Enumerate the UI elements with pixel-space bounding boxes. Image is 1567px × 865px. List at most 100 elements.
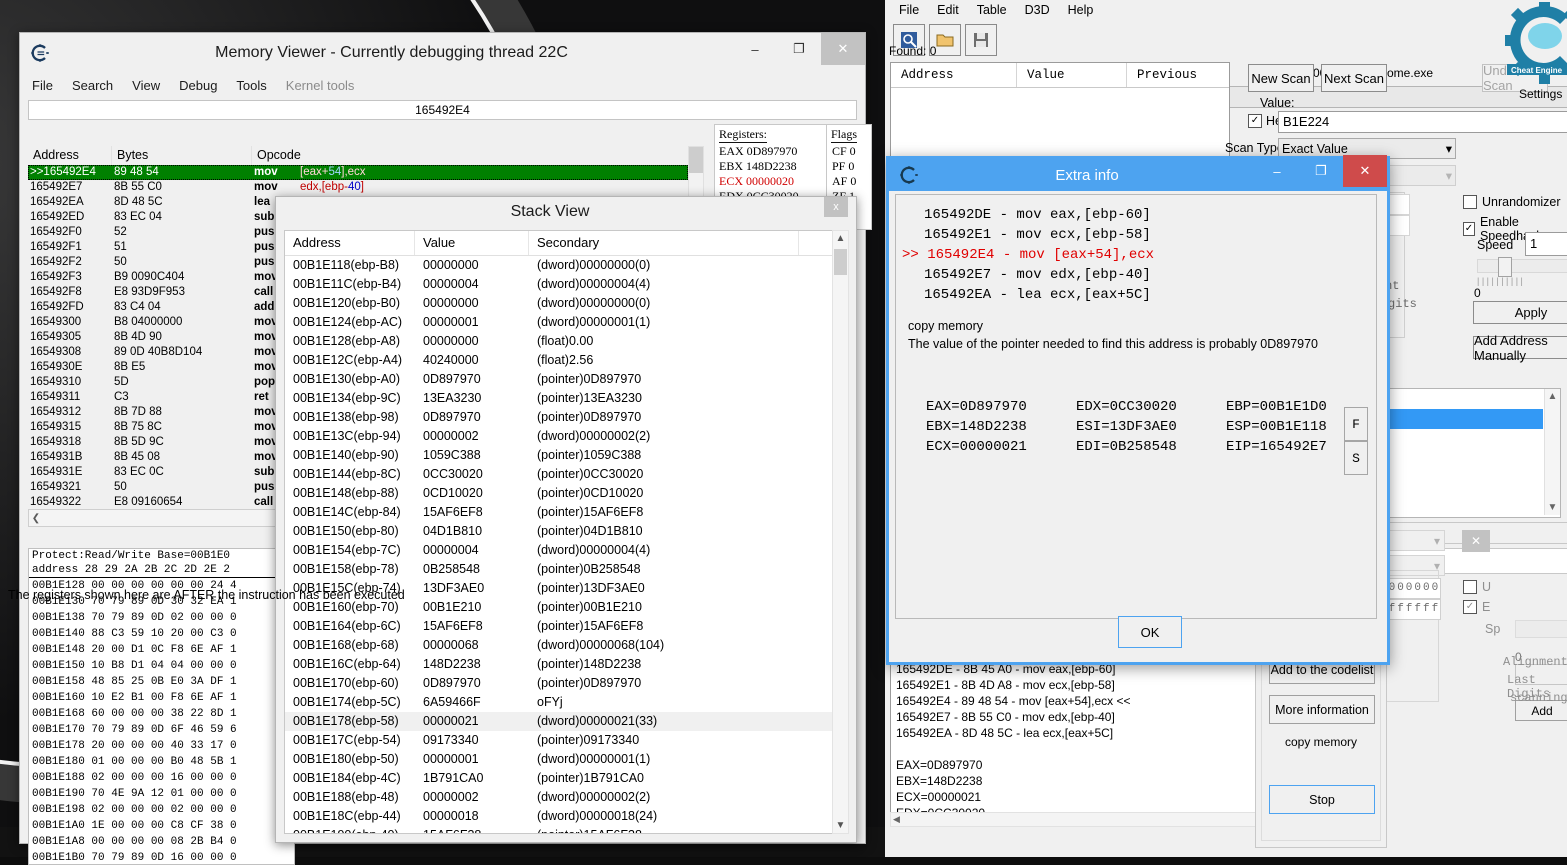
apply-button[interactable]: Apply bbox=[1473, 301, 1567, 324]
scroll-left-icon[interactable]: ◀ bbox=[893, 814, 900, 825]
hexdump-row[interactable]: 00B1E198 02 00 00 00 02 00 00 0 bbox=[29, 802, 294, 818]
stack-view-row[interactable]: 00B1E154(ebp-7C)00000004(dword)00000004(… bbox=[285, 541, 833, 560]
stack-view-row[interactable]: 00B1E130(ebp-A0)0D897970(pointer)0D89797… bbox=[285, 370, 833, 389]
cheat-engine-toolbar[interactable] bbox=[885, 20, 1567, 56]
enable-speedhack-checkbox-2[interactable]: ✓E bbox=[1463, 600, 1490, 614]
menu-edit[interactable]: Edit bbox=[937, 3, 959, 17]
scrollbar-thumb[interactable] bbox=[689, 147, 703, 173]
cheat-table-list[interactable]: ▲ ▼ bbox=[1377, 388, 1561, 518]
stack-view-row[interactable]: 00B1E140(ebp-90)1059C388(pointer)1059C38… bbox=[285, 446, 833, 465]
menu-d3d[interactable]: D3D bbox=[1025, 3, 1050, 17]
stack-view-row[interactable]: 00B1E138(ebp-98)0D897970(pointer)0D89797… bbox=[285, 408, 833, 427]
stack-view-row[interactable]: 00B1E190(ebp-40)15AF6F38(pointer)15AF6F3… bbox=[285, 826, 833, 834]
hexdump-row[interactable]: 00B1E1A0 1E 00 00 00 C8 CF 38 0 bbox=[29, 818, 294, 834]
stack-view-row[interactable]: 00B1E12C(ebp-A4)40240000(float)2.56 bbox=[285, 351, 833, 370]
stack-view-row[interactable]: 00B1E144(ebp-8C)0CC30020(pointer)0CC3002… bbox=[285, 465, 833, 484]
stack-view-titlebar[interactable]: Stack View x bbox=[276, 197, 856, 227]
stack-view-row[interactable]: 00B1E180(ebp-50)00000001(dword)00000001(… bbox=[285, 750, 833, 769]
stack-view-row[interactable]: 00B1E118(ebp-B8)00000000(dword)00000000(… bbox=[285, 256, 833, 275]
menu-kernel-tools[interactable]: Kernel tools bbox=[286, 78, 355, 93]
menu-help[interactable]: Help bbox=[1068, 3, 1094, 17]
cheat-table-scrollbar[interactable]: ▲ ▼ bbox=[1544, 389, 1560, 515]
maximize-icon[interactable]: ❐ bbox=[777, 33, 821, 65]
close-icon[interactable]: ✕ bbox=[821, 33, 865, 65]
hexdump-row[interactable]: 00B1E140 88 C3 59 10 20 00 C3 0 bbox=[29, 626, 294, 642]
stack-view-row[interactable]: 00B1E168(ebp-68)00000068(dword)00000068(… bbox=[285, 636, 833, 655]
scroll-down-icon[interactable]: ▼ bbox=[1548, 502, 1558, 515]
menu-tools[interactable]: Tools bbox=[236, 78, 266, 93]
hexdump-row[interactable]: 00B1E180 01 00 00 00 B0 48 5B 1 bbox=[29, 754, 294, 770]
stack-view-row[interactable]: 00B1E14C(ebp-84)15AF6EF8(pointer)15AF6EF… bbox=[285, 503, 833, 522]
scroll-left-icon[interactable]: ❮ bbox=[29, 513, 43, 524]
next-scan-button[interactable]: Next Scan bbox=[1321, 64, 1387, 92]
stack-view-row[interactable]: 00B1E124(ebp-AC)00000001(dword)00000001(… bbox=[285, 313, 833, 332]
hexdump-row[interactable]: 00B1E150 10 B8 D1 04 04 00 00 0 bbox=[29, 658, 294, 674]
hexdump-row[interactable]: 00B1E158 48 85 25 0B E0 3A DF 1 bbox=[29, 674, 294, 690]
stack-view-row[interactable]: 00B1E134(ebp-9C)13EA3230(pointer)13EA323… bbox=[285, 389, 833, 408]
maximize-icon[interactable]: ❐ bbox=[1299, 155, 1343, 187]
memory-viewer-window-buttons[interactable]: – ❐ ✕ bbox=[733, 33, 865, 73]
speed-slider-2[interactable] bbox=[1515, 620, 1567, 638]
memory-viewer-titlebar[interactable]: Memory Viewer - Currently debugging thre… bbox=[20, 33, 865, 73]
minimize-icon[interactable]: – bbox=[733, 33, 777, 65]
close-icon[interactable]: x bbox=[824, 197, 848, 217]
hexdump-row[interactable]: 00B1E168 60 00 00 00 38 22 8D 1 bbox=[29, 706, 294, 722]
hexdump-row[interactable]: 00B1E190 70 4E 9A 12 01 00 00 0 bbox=[29, 786, 294, 802]
hexdump-row[interactable]: 00B1E1B0 70 79 89 0D 16 00 00 0 bbox=[29, 850, 294, 865]
unrandomizer-checkbox-2[interactable]: U bbox=[1463, 580, 1491, 594]
close-icon[interactable]: ✕ bbox=[1462, 530, 1490, 552]
menu-debug[interactable]: Debug bbox=[179, 78, 217, 93]
menu-search[interactable]: Search bbox=[72, 78, 113, 93]
stack-view-row[interactable]: 00B1E184(ebp-4C)1B791CA0(pointer)1B791CA… bbox=[285, 769, 833, 788]
stack-view-row[interactable]: 00B1E188(ebp-48)00000002(dword)00000002(… bbox=[285, 788, 833, 807]
checkbox-box[interactable]: ✓ bbox=[1463, 600, 1477, 614]
minimize-icon[interactable]: – bbox=[1255, 155, 1299, 187]
stack-view-list[interactable]: Address Value Secondary 00B1E118(ebp-B8)… bbox=[284, 230, 834, 834]
speed-input[interactable]: 1 bbox=[1525, 232, 1567, 256]
menu-file[interactable]: File bbox=[899, 3, 919, 17]
unrandomizer-checkbox-box[interactable] bbox=[1463, 195, 1477, 209]
scan-value-input[interactable]: B1E224 bbox=[1278, 111, 1567, 133]
add-address-manually-button[interactable]: Add Address Manually bbox=[1473, 336, 1567, 359]
ok-button[interactable]: OK bbox=[1118, 616, 1182, 648]
stack-view-row[interactable]: 00B1E174(ebp-5C)6A59466FoFYj bbox=[285, 693, 833, 712]
menu-view[interactable]: View bbox=[132, 78, 160, 93]
slider-knob[interactable] bbox=[1498, 257, 1512, 277]
stack-view-row[interactable]: 00B1E158(ebp-78)0B258548(pointer)0B25854… bbox=[285, 560, 833, 579]
unrandomizer-checkbox[interactable]: Unrandomizer bbox=[1463, 195, 1561, 209]
disassembly-row[interactable]: 165492E78B 55 C0movedx,[ebp-40] bbox=[28, 180, 688, 195]
extra-info-window-buttons[interactable]: – ❐ ✕ bbox=[1255, 155, 1387, 195]
speedhack-checkbox-box[interactable]: ✓ bbox=[1463, 222, 1475, 236]
hexdump-row[interactable]: 00B1E170 70 79 89 0D 6F 46 59 6 bbox=[29, 722, 294, 738]
new-scan-button[interactable]: New Scan bbox=[1248, 64, 1314, 92]
stack-view-row[interactable]: 00B1E120(ebp-B0)00000000(dword)00000000(… bbox=[285, 294, 833, 313]
settings-label[interactable]: Settings bbox=[1519, 87, 1562, 101]
chevron-down-icon[interactable]: ▾ bbox=[1446, 168, 1452, 183]
hexdump-row[interactable]: 00B1E178 20 00 00 00 40 33 17 0 bbox=[29, 738, 294, 754]
stack-view-row[interactable]: 00B1E17C(ebp-54)09173340(pointer)0917334… bbox=[285, 731, 833, 750]
close-icon[interactable]: ✕ bbox=[1343, 155, 1387, 187]
stack-view-row[interactable]: 00B1E18C(ebp-44)00000018(dword)00000018(… bbox=[285, 807, 833, 826]
chevron-down-icon[interactable]: ▾ bbox=[1446, 141, 1452, 156]
stack-view-row[interactable]: 00B1E11C(ebp-B4)00000004(dword)00000004(… bbox=[285, 275, 833, 294]
scan-results-list[interactable]: Address Value Previous bbox=[890, 62, 1230, 160]
stack-view-row[interactable]: 00B1E178(ebp-58)00000021(dword)00000021(… bbox=[285, 712, 833, 731]
stack-view-row[interactable]: 00B1E164(ebp-6C)15AF6EF8(pointer)15AF6EF… bbox=[285, 617, 833, 636]
more-information-button[interactable]: More information bbox=[1269, 695, 1375, 724]
memory-viewer-menubar[interactable]: File Search View Debug Tools Kernel tool… bbox=[20, 73, 865, 97]
hexdump-row[interactable]: 00B1E1A8 00 00 00 00 08 2B B4 0 bbox=[29, 834, 294, 850]
menu-table[interactable]: Table bbox=[977, 3, 1007, 17]
stack-view-window[interactable]: Stack View x Address Value Secondary 00B… bbox=[275, 196, 857, 843]
cheat-table-selected-row[interactable] bbox=[1378, 409, 1543, 429]
save-icon[interactable] bbox=[965, 24, 997, 56]
scroll-up-icon[interactable]: ▲ bbox=[836, 231, 846, 244]
menu-file[interactable]: File bbox=[32, 78, 53, 93]
float-button[interactable]: F bbox=[1344, 407, 1368, 441]
scroll-down-icon[interactable]: ▼ bbox=[836, 820, 846, 833]
extra-info-titlebar[interactable]: Extra info – ❐ ✕ bbox=[889, 159, 1387, 191]
stack-view-row[interactable]: 00B1E148(ebp-88)0CD10020(pointer)0CD1002… bbox=[285, 484, 833, 503]
stack-view-row[interactable]: 00B1E128(ebp-A8)00000000(float)0.00 bbox=[285, 332, 833, 351]
hexdump-row[interactable]: 00B1E138 70 79 89 0D 02 00 00 0 bbox=[29, 610, 294, 626]
scrollbar-thumb[interactable] bbox=[834, 249, 847, 275]
cheat-engine-menubar[interactable]: File Edit Table D3D Help bbox=[885, 0, 1567, 20]
